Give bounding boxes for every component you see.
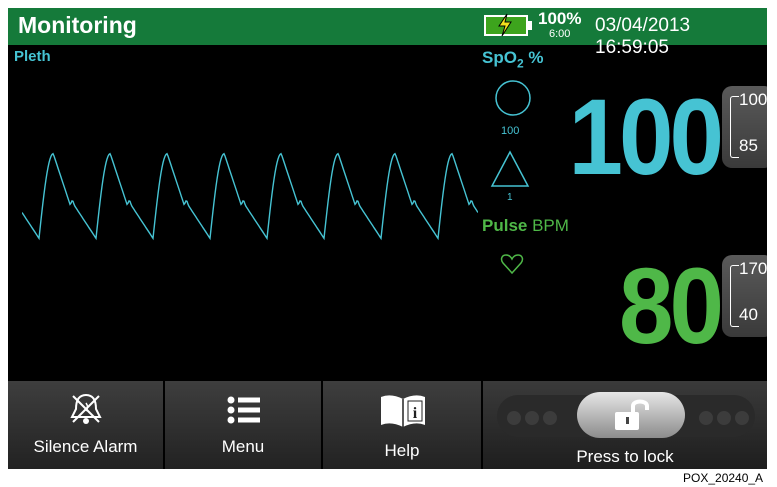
spo2-limit-low: 85 (739, 136, 758, 155)
charging-bolt-icon (498, 13, 512, 37)
spo2-limit-high: 100 (739, 90, 767, 109)
track-dot (507, 411, 521, 425)
track-dot (525, 411, 539, 425)
track-dot (543, 411, 557, 425)
pulse-label: Pulse BPM (482, 216, 569, 235)
spo2-value: 100 (568, 76, 724, 197)
limit-bracket (730, 96, 739, 158)
sensitivity-triangle-icon (490, 150, 530, 187)
bottom-toolbar: Silence Alarm Menu i Help Press to lock (8, 381, 767, 469)
pulse-limit-low: 40 (739, 305, 758, 324)
lock-handle[interactable] (577, 392, 685, 438)
pleth-waveform (22, 152, 478, 241)
track-dot (717, 411, 731, 425)
page-title: Monitoring (18, 12, 137, 38)
menu-label: Menu (221, 437, 265, 456)
signal-value: 100 (501, 125, 520, 137)
help-book-icon: i (381, 395, 425, 427)
battery-cap (528, 21, 532, 30)
pulse-limit-high: 170 (739, 259, 767, 278)
help-button[interactable]: i Help (323, 381, 483, 469)
silence-alarm-label: Silence Alarm (33, 437, 138, 456)
limit-bracket (730, 265, 739, 327)
pulse-value: 80 (618, 245, 724, 366)
monitor-screen: Monitoring 100% 6:00 03/04/2013 16:59:05… (8, 8, 767, 469)
press-to-lock-label: Press to lock (576, 447, 674, 466)
bell-icon (70, 393, 102, 424)
pulse-limits-button[interactable]: 170 40 (722, 255, 767, 337)
heart-icon (500, 254, 524, 275)
datetime: 03/04/2013 16:59:05 (595, 15, 691, 58)
track-dot (699, 411, 713, 425)
silence-alarm-button[interactable]: Silence Alarm (8, 381, 165, 469)
sensitivity-value: 1 (507, 192, 513, 203)
signal-circle-icon (495, 80, 531, 116)
spo2-limits-button[interactable]: 100 85 (722, 86, 767, 168)
pleth-label: Pleth (14, 48, 51, 65)
track-dot (735, 411, 749, 425)
battery-percent: 100% (538, 9, 582, 28)
menu-button[interactable]: Menu (165, 381, 323, 469)
unlock-icon (615, 399, 649, 430)
menu-list-icon (227, 396, 260, 424)
help-label: Help (384, 441, 420, 460)
svg-text:i: i (413, 405, 418, 422)
figure-caption: POX_20240_A (683, 471, 764, 485)
header-bar: Monitoring 100% 6:00 03/04/2013 16:59:05 (8, 8, 767, 58)
spo2-label: SpO2 % (482, 48, 544, 71)
battery-time: 6:00 (549, 28, 571, 40)
lock-slider[interactable]: Press to lock (483, 381, 767, 469)
